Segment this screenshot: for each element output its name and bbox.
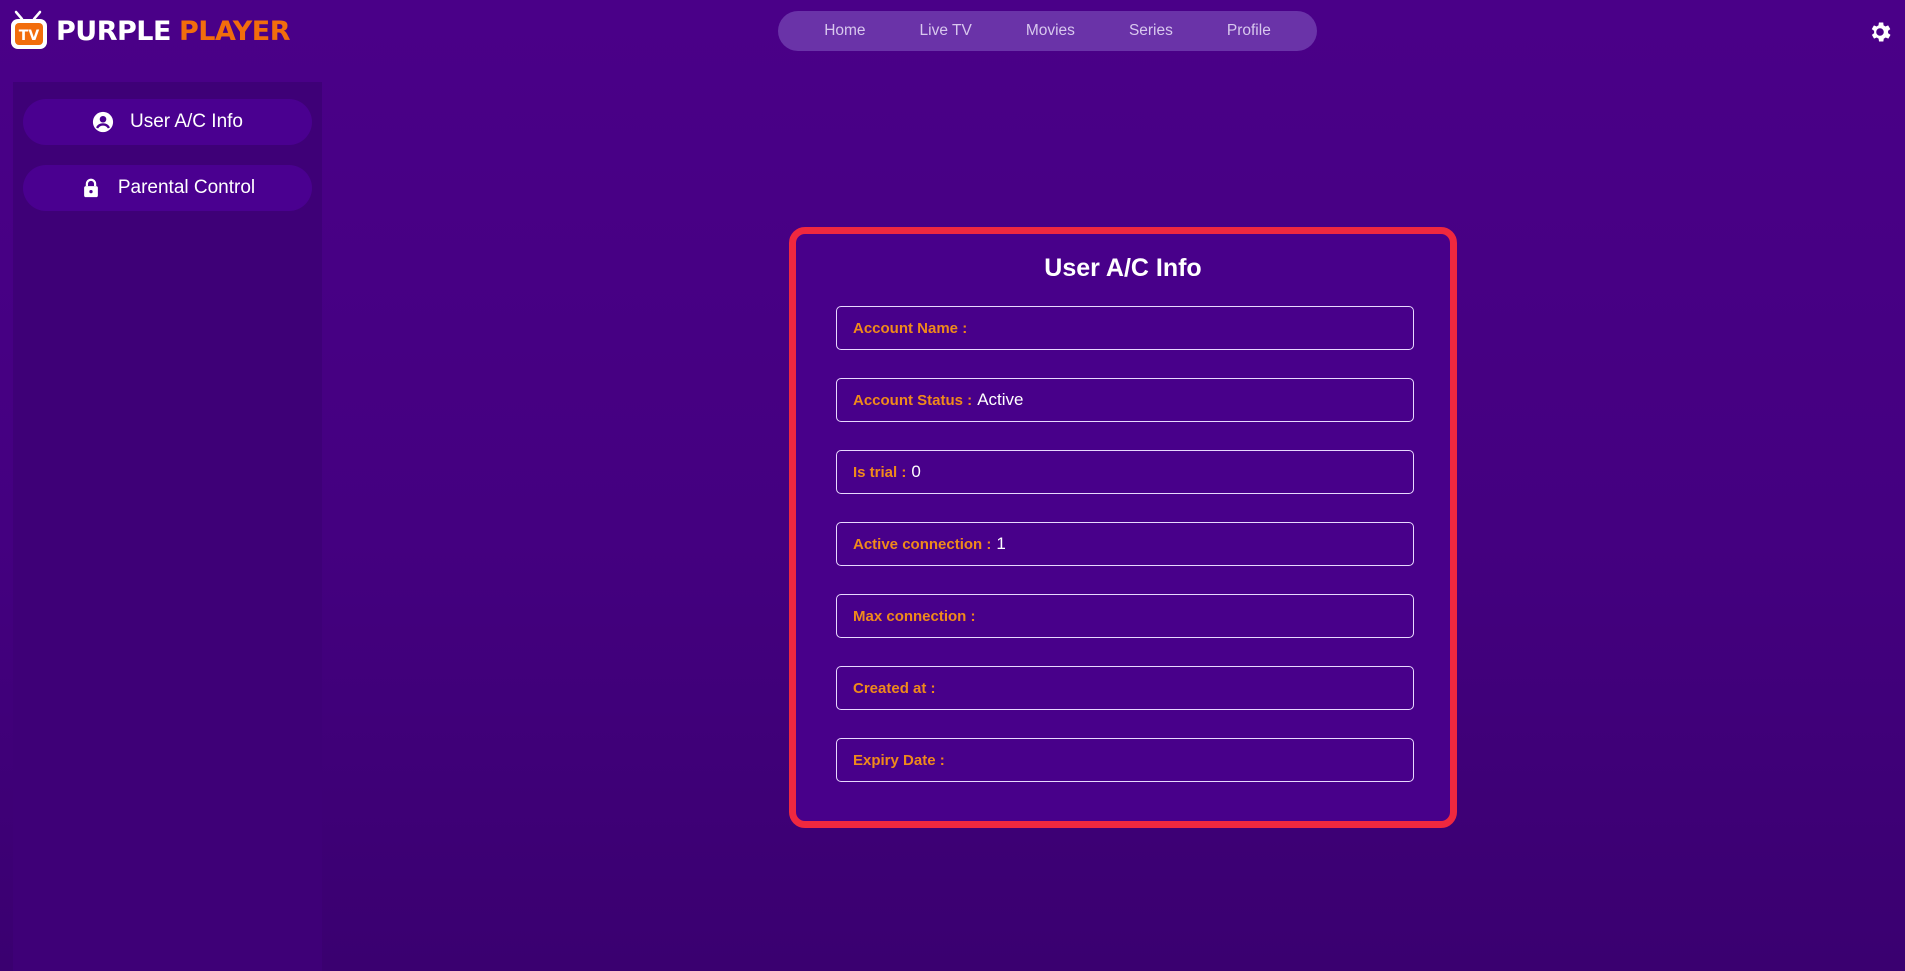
field-value: 0 bbox=[911, 462, 921, 481]
sidebar-item-parental-control[interactable]: Parental Control bbox=[23, 165, 312, 211]
gear-icon[interactable] bbox=[1867, 19, 1893, 45]
logo-word-player: PLAYER bbox=[178, 15, 291, 47]
logo-word-purple: PURPLE bbox=[56, 15, 171, 47]
nav-series[interactable]: Series bbox=[1102, 22, 1200, 40]
tv-logo-icon: TV bbox=[8, 9, 52, 53]
field-label: Expiry Date : bbox=[853, 751, 945, 769]
account-status-field: Account Status : Active bbox=[836, 378, 1414, 422]
card-title: User A/C Info bbox=[1044, 254, 1202, 282]
active-connection-field: Active connection : 1 bbox=[836, 522, 1414, 566]
expiry-date-field: Expiry Date : bbox=[836, 738, 1414, 782]
created-at-field: Created at : bbox=[836, 666, 1414, 710]
sidebar-item-user-ac-info[interactable]: User A/C Info bbox=[23, 99, 312, 145]
nav-live-tv[interactable]: Live TV bbox=[893, 22, 999, 40]
user-circle-icon bbox=[92, 111, 114, 133]
field-value: Active bbox=[977, 390, 1024, 409]
sidebar-item-label: Parental Control bbox=[117, 177, 256, 198]
max-connection-field: Max connection : bbox=[836, 594, 1414, 638]
app-logo: TV PURPLE PLAYER bbox=[8, 6, 291, 56]
field-label: Active connection : bbox=[853, 535, 992, 553]
field-label: Is trial : bbox=[853, 463, 907, 481]
field-label: Created at : bbox=[853, 679, 936, 697]
field-label: Account Status : bbox=[853, 391, 973, 409]
nav-profile[interactable]: Profile bbox=[1200, 22, 1298, 40]
nav-home[interactable]: Home bbox=[797, 22, 892, 40]
field-label: Account Name : bbox=[853, 319, 968, 337]
field-label: Max connection : bbox=[853, 607, 976, 625]
lock-icon bbox=[83, 178, 98, 198]
top-navigation: Home Live TV Movies Series Profile bbox=[778, 11, 1317, 51]
user-ac-info-card: User A/C Info Account Name : Account Sta… bbox=[789, 227, 1457, 828]
nav-movies[interactable]: Movies bbox=[999, 22, 1102, 40]
field-value: 1 bbox=[996, 534, 1006, 553]
account-name-field: Account Name : bbox=[836, 306, 1414, 350]
is-trial-field: Is trial : 0 bbox=[836, 450, 1414, 494]
sidebar-item-label: User A/C Info bbox=[130, 111, 243, 132]
sidebar: User A/C Info Parental Control bbox=[13, 82, 322, 971]
svg-text:TV: TV bbox=[19, 28, 40, 44]
